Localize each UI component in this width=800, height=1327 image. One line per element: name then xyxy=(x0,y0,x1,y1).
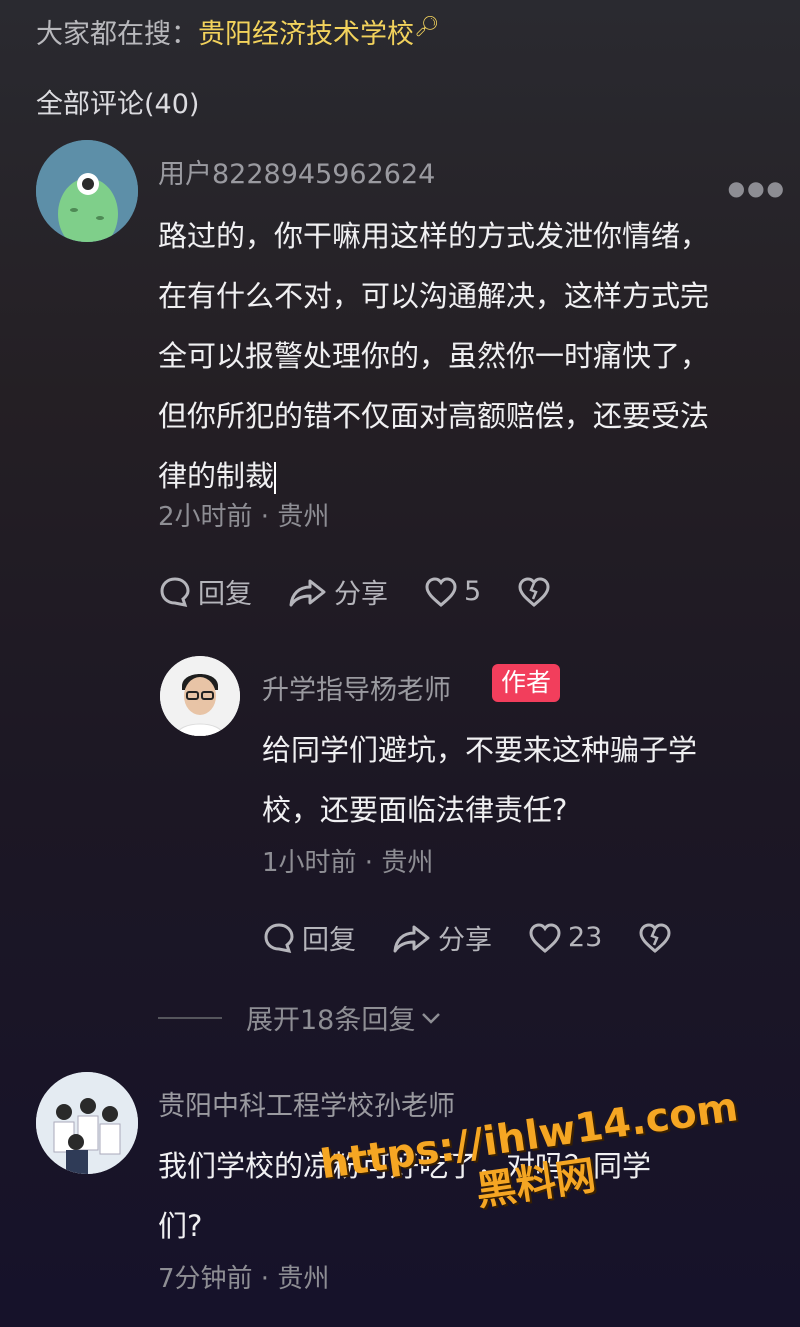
comment-line: 在有什么不对，可以沟通解决，这样方式完 xyxy=(158,279,710,313)
dislike-button[interactable] xyxy=(517,576,557,608)
reply-actions: 回复 分享 23 xyxy=(262,918,714,957)
avatar[interactable] xyxy=(160,656,240,736)
heart-icon xyxy=(425,576,457,607)
divider-line xyxy=(158,1016,222,1019)
reply-label: 回复 xyxy=(302,925,356,956)
share-button[interactable]: 分享 xyxy=(288,572,388,611)
expand-replies-button[interactable]: 展开18条回复 xyxy=(158,998,443,1037)
comment-body: 路过的，你干嘛用这样的方式发泄你情绪， 在有什么不对，可以沟通解决，这样方式完 … xyxy=(158,206,788,506)
comment-line: 全可以报警处理你的，虽然你一时痛快了， xyxy=(158,339,710,373)
reply-body: 给同学们避坑，不要来这种骗子学 校，还要面临法律责任? xyxy=(262,720,782,840)
search-prefix: 大家都在搜： xyxy=(36,19,198,50)
comment-meta: 2小时前 · 贵州 xyxy=(158,502,330,532)
reply-button[interactable]: 回复 xyxy=(262,918,356,957)
person-photo-icon xyxy=(160,656,240,736)
reply-meta: 1小时前 · 贵州 xyxy=(262,848,434,878)
search-keyword[interactable]: 贵阳经济技术学校 xyxy=(198,19,414,50)
reply-label: 回复 xyxy=(198,579,252,610)
comment-line: 路过的，你干嘛用这样的方式发泄你情绪， xyxy=(158,219,710,253)
reply-line: 给同学们避坑，不要来这种骗子学 xyxy=(262,733,698,767)
heart-icon xyxy=(529,922,561,953)
like-count: 5 xyxy=(464,576,482,607)
like-count: 23 xyxy=(568,922,603,953)
like-button[interactable]: 5 xyxy=(424,576,481,608)
group-photo-icon xyxy=(36,1072,138,1174)
share-arrow-icon xyxy=(393,925,430,952)
avatar-illustration-icon xyxy=(36,140,138,242)
dislike-button[interactable] xyxy=(638,922,678,954)
author-badge: 作者 xyxy=(492,664,561,702)
comment-bubble-icon xyxy=(264,922,294,953)
expand-label: 展开18条回复 xyxy=(246,1005,416,1036)
reply-line: 校，还要面临法律责任? xyxy=(262,793,568,827)
share-arrow-icon xyxy=(289,579,326,606)
more-icon[interactable]: ●●● xyxy=(728,176,786,200)
avatar[interactable] xyxy=(36,140,138,242)
broken-heart-icon xyxy=(639,922,671,953)
search-hint[interactable]: 大家都在搜：贵阳经济技术学校🔎︎ xyxy=(36,12,439,51)
search-icon[interactable]: 🔎︎ xyxy=(414,14,439,38)
reply-button[interactable]: 回复 xyxy=(158,572,252,611)
share-button[interactable]: 分享 xyxy=(392,918,492,957)
chevron-down-icon xyxy=(422,1012,441,1024)
comment-username[interactable]: 贵阳中科工程学校孙老师 xyxy=(158,1084,455,1123)
comment-actions: 回复 分享 5 xyxy=(158,572,593,611)
share-label: 分享 xyxy=(438,925,492,956)
like-button[interactable]: 23 xyxy=(528,922,602,954)
comment-meta: 7分钟前 · 贵州 xyxy=(158,1264,330,1294)
comment-username[interactable]: 用户8228945962624 xyxy=(158,152,435,191)
avatar[interactable] xyxy=(36,1072,138,1174)
reply-username[interactable]: 升学指导杨老师 xyxy=(262,668,451,707)
broken-heart-icon xyxy=(518,576,550,607)
comment-line: 律的制裁 xyxy=(158,459,275,493)
comment-count: 全部评论(40) xyxy=(36,89,200,120)
comment-bubble-icon xyxy=(160,576,190,607)
comment-line: 但你所犯的错不仅面对高额赔偿，还要受法 xyxy=(158,399,710,433)
text-cursor xyxy=(274,462,277,494)
share-label: 分享 xyxy=(334,579,388,610)
